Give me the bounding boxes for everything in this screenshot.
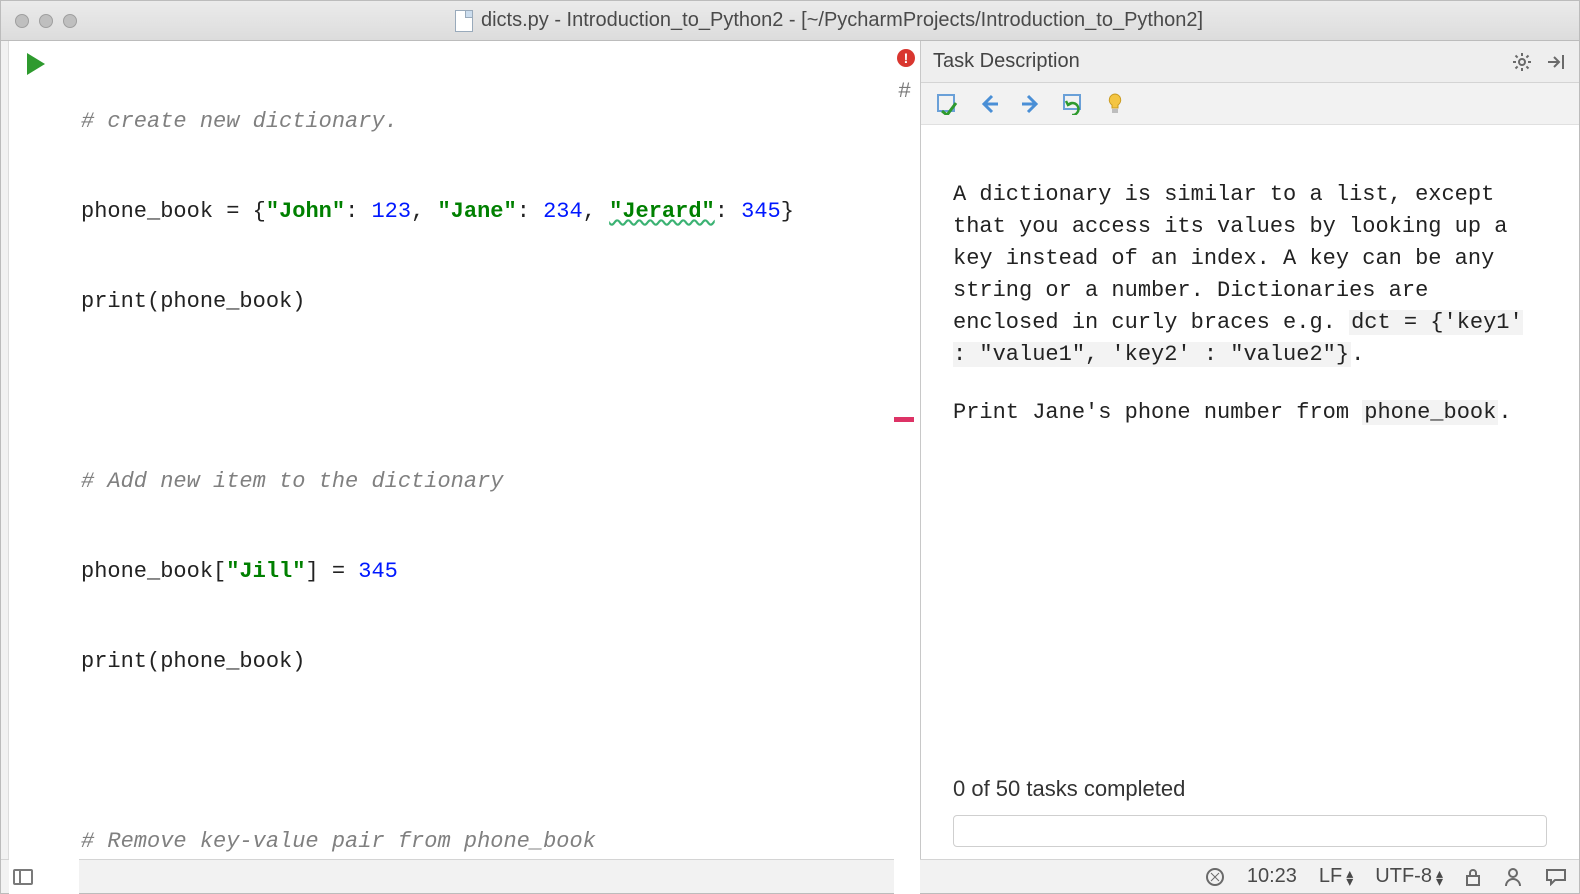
run-icon[interactable] <box>27 53 45 75</box>
error-stripe-icon[interactable]: ! <box>897 49 915 67</box>
task-pane: Task Description <box>921 41 1579 859</box>
feedback-icon[interactable] <box>1545 868 1567 886</box>
line-separator[interactable]: LF▴▾ <box>1319 865 1353 888</box>
editor-pane: # create new dictionary. phone_book = {"… <box>9 41 921 859</box>
hector-icon[interactable] <box>1503 867 1523 887</box>
task-header: Task Description <box>921 41 1579 83</box>
progress-label: 0 of 50 tasks completed <box>953 773 1547 805</box>
python-file-icon <box>455 10 473 32</box>
lock-icon[interactable] <box>1465 868 1481 886</box>
bulb-icon[interactable] <box>1103 92 1127 116</box>
task-description[interactable]: A dictionary is similar to a list, excep… <box>921 125 1579 859</box>
titlebar[interactable]: dicts.py - Introduction_to_Python2 - [~/… <box>1 1 1579 41</box>
left-gutter[interactable] <box>1 41 9 859</box>
window-title-text: dicts.py - Introduction_to_Python2 - [~/… <box>481 9 1203 32</box>
app-window: dicts.py - Introduction_to_Python2 - [~/… <box>0 0 1580 894</box>
cursor-position[interactable]: 10:23 <box>1247 865 1297 888</box>
reset-list-icon[interactable] <box>1061 92 1085 116</box>
minimize-window-button[interactable] <box>39 14 53 28</box>
next-arrow-icon[interactable] <box>1019 92 1043 116</box>
close-window-button[interactable] <box>15 14 29 28</box>
code-editor[interactable]: # create new dictionary. phone_book = {"… <box>79 41 894 894</box>
status-sync-icon[interactable] <box>1205 867 1225 887</box>
code-wrap: # create new dictionary. phone_book = {"… <box>9 41 920 894</box>
hash-mark: # <box>898 79 911 104</box>
collapse-right-icon[interactable] <box>1545 51 1567 73</box>
task-toolbar <box>921 83 1579 125</box>
file-encoding[interactable]: UTF-8▴▾ <box>1375 865 1443 888</box>
task-paragraph: A dictionary is similar to a list, excep… <box>953 179 1547 371</box>
main-area: # create new dictionary. phone_book = {"… <box>1 41 1579 859</box>
task-header-title: Task Description <box>933 50 1080 73</box>
progress-bar <box>953 815 1547 847</box>
prev-arrow-icon[interactable] <box>977 92 1001 116</box>
code-comment: # Remove key-value pair from phone_book <box>81 829 596 854</box>
gear-icon[interactable] <box>1511 51 1533 73</box>
marker-bar[interactable]: ! # <box>894 41 920 894</box>
code-comment: # Add new item to the dictionary <box>81 469 503 494</box>
window-title: dicts.py - Introduction_to_Python2 - [~/… <box>93 9 1565 32</box>
check-list-icon[interactable] <box>935 92 959 116</box>
code-comment: # create new dictionary. <box>81 109 398 134</box>
tool-window-icon[interactable] <box>13 869 33 885</box>
window-controls <box>15 14 77 28</box>
error-mark[interactable] <box>894 417 914 422</box>
zoom-window-button[interactable] <box>63 14 77 28</box>
editor-gutter[interactable] <box>9 41 79 894</box>
task-progress: 0 of 50 tasks completed <box>953 773 1547 847</box>
task-paragraph: Print Jane's phone number from phone_boo… <box>953 397 1547 429</box>
